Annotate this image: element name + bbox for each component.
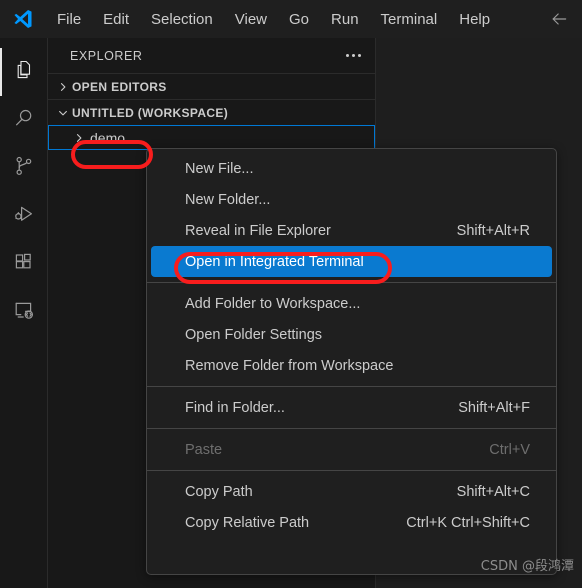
back-arrow-icon[interactable] (548, 9, 570, 29)
menu-item-add-folder-to-workspace[interactable]: Add Folder to Workspace... (151, 288, 552, 319)
tree-item-demo[interactable]: demo (48, 125, 375, 150)
activity-item-extensions[interactable] (0, 240, 48, 288)
menu-run[interactable]: Run (321, 7, 369, 32)
menu-item-copy-path[interactable]: Copy Path Shift+Alt+C (151, 476, 552, 507)
chevron-right-icon (54, 78, 72, 96)
menu-item-shortcut: Ctrl+V (489, 441, 530, 458)
menu-separator (147, 386, 556, 387)
menu-item-label: Paste (185, 441, 223, 458)
menu-edit[interactable]: Edit (93, 7, 139, 32)
menu-item-new-folder[interactable]: New Folder... (151, 184, 552, 215)
title-bar: File Edit Selection View Go Run Terminal… (0, 0, 582, 38)
menu-item-label: Find in Folder... (185, 399, 285, 416)
remote-explorer-icon (12, 298, 36, 327)
search-icon (12, 106, 36, 135)
menu-item-label: Copy Path (185, 483, 253, 500)
menu-item-copy-relative-path[interactable]: Copy Relative Path Ctrl+K Ctrl+Shift+C (151, 507, 552, 538)
watermark: CSDN @段鸿潭 (480, 559, 574, 574)
menu-item-label: Reveal in File Explorer (185, 222, 331, 239)
menu-item-paste: Paste Ctrl+V (151, 434, 552, 465)
menu-go[interactable]: Go (279, 7, 319, 32)
vscode-window: File Edit Selection View Go Run Terminal… (0, 0, 582, 588)
menu-item-label: New File... (185, 160, 254, 177)
sidebar-title: EXPLORER (70, 48, 143, 63)
menu-separator (147, 282, 556, 283)
menu-item-label: Open in Integrated Terminal (185, 253, 364, 270)
menu-bar: File Edit Selection View Go Run Terminal… (46, 0, 501, 38)
menu-view[interactable]: View (225, 7, 277, 32)
menu-selection[interactable]: Selection (141, 7, 223, 32)
sidebar-section-label: OPEN EDITORS (72, 79, 167, 94)
menu-item-shortcut: Shift+Alt+F (458, 399, 530, 416)
menu-separator (147, 470, 556, 471)
menu-help[interactable]: Help (449, 7, 500, 32)
menu-terminal[interactable]: Terminal (371, 7, 448, 32)
vscode-logo-icon (0, 0, 46, 38)
activity-bar (0, 38, 48, 588)
menu-item-open-folder-settings[interactable]: Open Folder Settings (151, 319, 552, 350)
chevron-right-icon (70, 129, 88, 147)
menu-file[interactable]: File (47, 7, 91, 32)
menu-item-label: Open Folder Settings (185, 326, 323, 343)
menu-item-label: Remove Folder from Workspace (185, 357, 394, 374)
menu-item-shortcut: Ctrl+K Ctrl+Shift+C (406, 514, 530, 531)
sidebar-section-untitled-workspace[interactable]: UNTITLED (WORKSPACE) (48, 99, 375, 125)
menu-item-find-in-folder[interactable]: Find in Folder... Shift+Alt+F (151, 392, 552, 423)
chevron-down-icon (54, 104, 72, 122)
menu-item-label: Copy Relative Path (185, 514, 310, 531)
extensions-icon (12, 250, 36, 279)
menu-item-open-in-integrated-terminal[interactable]: Open in Integrated Terminal (151, 246, 552, 277)
menu-item-shortcut: Shift+Alt+R (456, 222, 530, 239)
ellipsis-icon[interactable] (346, 54, 361, 57)
sidebar-title-bar: EXPLORER (48, 38, 375, 73)
activity-item-source-control[interactable] (0, 144, 48, 192)
sidebar-section-label: UNTITLED (WORKSPACE) (72, 105, 229, 120)
menu-item-shortcut: Shift+Alt+C (456, 483, 530, 500)
menu-item-reveal-in-file-explorer[interactable]: Reveal in File Explorer Shift+Alt+R (151, 215, 552, 246)
menu-item-remove-folder-from-workspace[interactable]: Remove Folder from Workspace (151, 350, 552, 381)
files-icon (12, 58, 36, 87)
sidebar-section-open-editors[interactable]: OPEN EDITORS (48, 73, 375, 99)
menu-item-new-file[interactable]: New File... (151, 153, 552, 184)
menu-item-label: New Folder... (185, 191, 271, 208)
menu-item-label: Add Folder to Workspace... (185, 295, 361, 312)
source-control-icon (12, 154, 36, 183)
activity-item-run-and-debug[interactable] (0, 192, 48, 240)
activity-item-search[interactable] (0, 96, 48, 144)
menu-separator (147, 428, 556, 429)
run-debug-icon (12, 202, 36, 231)
activity-item-remote-explorer[interactable] (0, 288, 48, 336)
tree-item-label: demo (90, 129, 126, 146)
activity-item-explorer[interactable] (0, 48, 48, 96)
folder-context-menu: New File... New Folder... Reveal in File… (146, 148, 557, 575)
